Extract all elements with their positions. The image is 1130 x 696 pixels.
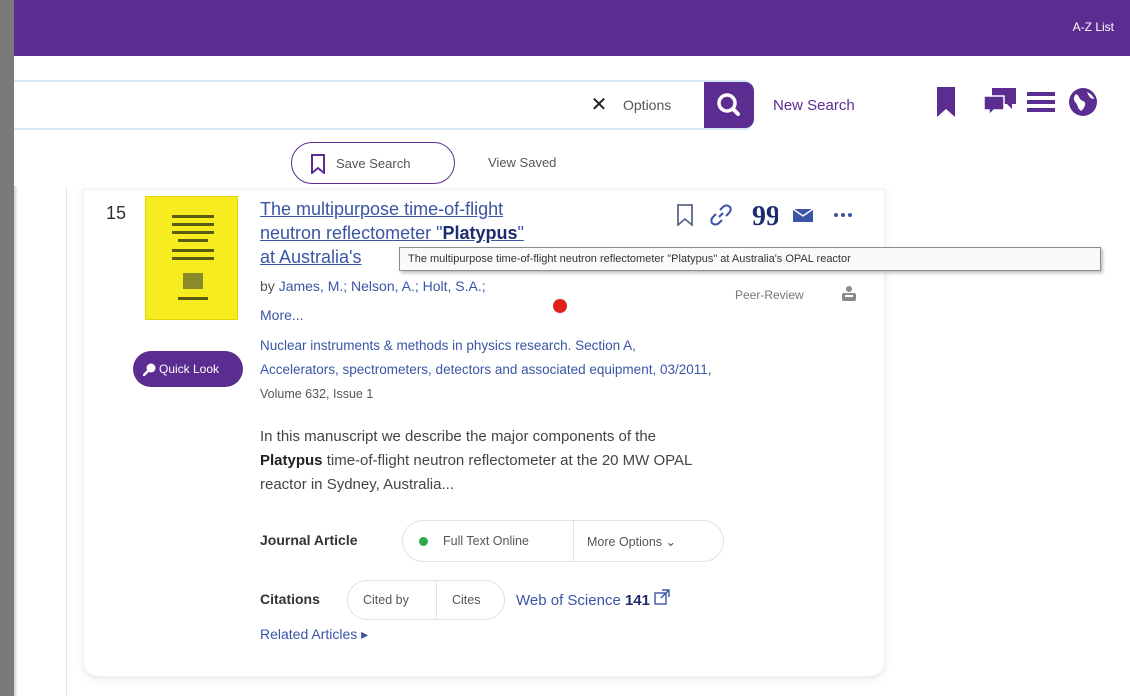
journal-line: Accelerators, spectrometers, detectors a… [260, 362, 712, 377]
top-banner: A-Z List [14, 0, 1130, 56]
more-options-label: More Options [587, 535, 663, 549]
cited-by-button[interactable]: Cited by [363, 593, 409, 607]
search-button[interactable] [704, 82, 754, 128]
authors-prefix: by [260, 278, 275, 294]
related-articles-label: Related Articles [260, 626, 358, 642]
cover-title-band [172, 249, 214, 252]
full-text-options: Full Text Online More Options ⌄ [402, 520, 724, 562]
content-type-label: Journal Article [260, 532, 358, 548]
title-text: " [517, 223, 524, 243]
bookmark-icon [311, 154, 325, 174]
title-tooltip: The multipurpose time-of-flight neutron … [399, 247, 1101, 271]
magnifier-icon [143, 363, 156, 376]
wos-count: 141 [624, 592, 650, 609]
az-list-link[interactable]: A-Z List [1073, 20, 1114, 34]
cites-button[interactable]: Cites [452, 593, 480, 607]
globe-icon[interactable] [1067, 86, 1099, 123]
search-icon [717, 93, 740, 116]
journal-cover-image[interactable] [145, 196, 238, 320]
pill-divider [573, 521, 574, 561]
cover-title-band [172, 223, 214, 226]
abstract-line: reactor in Sydney, Australia... [260, 476, 454, 493]
abstract-snippet: In this manuscript we describe the major… [260, 425, 840, 497]
wos-label: Web of Science [516, 592, 621, 609]
cover-footer-band [178, 297, 208, 300]
close-icon[interactable]: ✕ [588, 94, 610, 116]
related-articles-link[interactable]: Related Articles ▸ [260, 626, 368, 643]
peer-review-icon [840, 284, 858, 307]
cover-title-band [172, 231, 214, 234]
cover-title-band [178, 239, 208, 242]
abstract-text: time-of-flight neutron reflectometer at … [322, 452, 693, 469]
authors-links[interactable]: James, M.; Nelson, A.; Holt, S.A.; [279, 278, 486, 294]
external-link-icon [654, 589, 670, 609]
full-text-online-link[interactable]: Full Text Online [443, 534, 529, 548]
abstract-highlight: Platypus [260, 452, 323, 469]
volume-issue: Volume 632, Issue 1 [260, 387, 374, 401]
cover-emblem [183, 273, 203, 289]
more-icon[interactable] [832, 204, 854, 231]
options-link[interactable]: Options [623, 97, 671, 113]
window-frame [0, 0, 14, 696]
abstract-line: In this manuscript we describe the major… [260, 428, 657, 445]
chevron-right-icon: ▸ [361, 626, 369, 642]
journal-line: Nuclear instruments & methods in physics… [260, 338, 636, 353]
authors-line: by James, M.; Nelson, A.; Holt, S.A.; [260, 278, 486, 294]
email-icon[interactable] [792, 204, 814, 231]
bookmark-icon[interactable] [934, 86, 958, 123]
svg-text:99: 99 [752, 204, 778, 226]
citations-label: Citations [260, 591, 320, 607]
quote-icon[interactable]: 99 [752, 201, 780, 232]
quick-look-label: Quick Look [159, 362, 220, 376]
more-options-dropdown[interactable]: More Options ⌄ [587, 534, 676, 549]
more-authors-link[interactable]: More... [260, 307, 304, 323]
availability-dot [419, 537, 428, 546]
chat-icon[interactable] [982, 86, 1018, 123]
citations-toggle: Cited by Cites [347, 580, 505, 620]
web-of-science-link[interactable]: Web of Science 141 [516, 589, 670, 609]
result-number: 15 [106, 203, 127, 223]
save-search-button[interactable]: Save Search [291, 142, 455, 184]
title-line: The multipurpose time-of-flight [260, 199, 504, 219]
menu-icon[interactable] [1026, 86, 1056, 123]
title-text: neutron reflectometer " [260, 223, 443, 243]
quick-look-button[interactable]: Quick Look [133, 351, 243, 387]
peer-review-label: Peer-Review [735, 288, 804, 302]
chevron-down-icon: ⌄ [665, 535, 676, 549]
abstract-line: Platypus time-of-flight neutron reflecto… [260, 449, 840, 473]
save-search-label: Save Search [336, 156, 411, 171]
bookmark-icon[interactable] [676, 204, 694, 231]
new-search-link[interactable]: New Search [773, 97, 855, 114]
link-icon[interactable] [710, 204, 732, 231]
cursor-indicator [553, 299, 567, 313]
title-line: neutron reflectometer "Platypus" [260, 221, 680, 245]
cover-title-band [172, 215, 214, 218]
view-saved-link[interactable]: View Saved [488, 155, 556, 170]
publication-info[interactable]: Nuclear instruments & methods in physics… [260, 334, 870, 406]
pill-divider [436, 581, 437, 619]
title-line: at Australia's [260, 247, 362, 267]
cover-title-band [172, 257, 214, 260]
title-highlight: Platypus [442, 223, 518, 243]
